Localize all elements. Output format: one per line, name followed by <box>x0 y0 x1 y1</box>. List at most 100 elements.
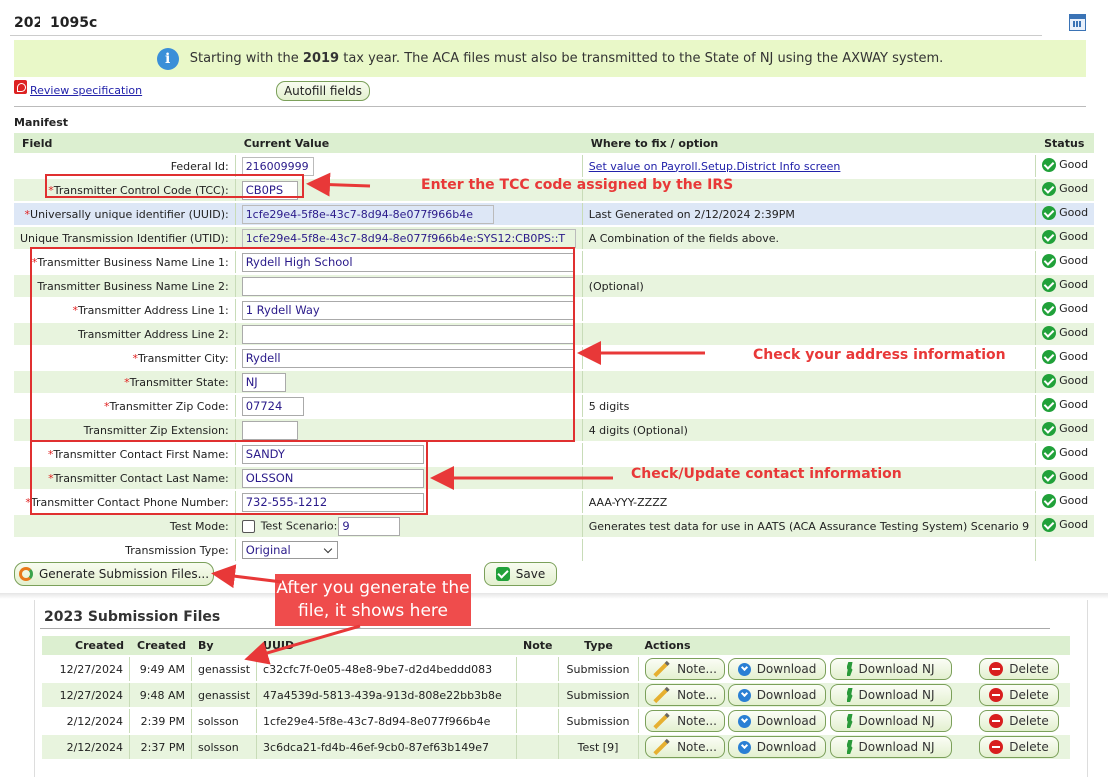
note-button[interactable]: Note... <box>644 658 725 680</box>
save-icon <box>495 567 510 581</box>
option-cell <box>582 299 1037 321</box>
type: Submission <box>558 683 639 707</box>
value-cell: 1cfe29e4-5f8e-43c7-8d94-8e077f966b4e:SYS… <box>235 227 583 249</box>
calendar-icon[interactable] <box>1069 14 1086 31</box>
check-icon <box>1042 277 1057 292</box>
status-badge: Good <box>1042 469 1088 484</box>
status-badge: Good <box>1042 205 1088 220</box>
column-header: Current Value <box>235 133 583 153</box>
autofill-fields-button[interactable]: Autofill fields <box>276 81 370 101</box>
refresh-icon <box>18 567 33 581</box>
column-header: Type <box>558 636 639 655</box>
download-nj-button[interactable]: Download NJ <box>829 736 952 758</box>
status-badge: Good <box>1042 397 1088 412</box>
review-specification-link[interactable]: Review specification <box>30 84 142 97</box>
created-date: 12/27/2024 <box>42 683 130 707</box>
actions-cell: Note... Download Download NJ Delete <box>638 657 1070 681</box>
download-nj-button[interactable]: Download NJ <box>829 684 952 706</box>
delete-button[interactable]: Delete <box>979 658 1060 680</box>
generate-callout: After you generate the file, it shows he… <box>275 574 471 626</box>
field-label: Test Mode: <box>14 515 236 537</box>
created-time: 2:37 PM <box>130 735 192 759</box>
option-text: 5 digits <box>588 399 630 413</box>
status-badge: Good <box>1042 277 1088 292</box>
status-cell: Good <box>1036 443 1095 465</box>
pencil-icon <box>653 738 670 756</box>
manifest-title: Manifest <box>14 116 69 129</box>
status-cell: Good <box>1036 155 1095 177</box>
uuid: c32cfc7f-0e05-48e8-9be7-d2d4beddd083 <box>257 657 518 681</box>
created-date: 2/12/2024 <box>42 735 130 759</box>
download-icon <box>737 662 751 676</box>
delete-button[interactable]: Delete <box>979 710 1060 732</box>
note-button[interactable]: Note... <box>644 684 725 706</box>
status-badge: Good <box>1042 253 1088 268</box>
download-button[interactable]: Download <box>728 736 827 758</box>
actions-cell: Note... Download Download NJ Delete <box>638 735 1070 759</box>
type: Submission <box>558 709 639 733</box>
download-nj-button[interactable]: Download NJ <box>829 658 952 680</box>
download-nj-button[interactable]: Download NJ <box>829 710 952 732</box>
submission-row: 2/12/2024 2:39 PM solsson 1cfe29e4-5f8e-43c… <box>42 709 1070 733</box>
download-button[interactable]: Download <box>728 710 827 732</box>
submission-row: 12/27/2024 9:49 AM genassist c32cfc7f-0e05-… <box>42 657 1070 681</box>
status-badge: Good <box>1042 349 1088 364</box>
delete-icon <box>989 740 1004 754</box>
option-cell: 5 digits <box>582 395 1037 417</box>
title-divider <box>10 35 1042 36</box>
option-text: (Optional) <box>588 279 644 293</box>
column-header: Where to fix / option <box>582 133 1037 153</box>
pdf-icon <box>14 80 27 94</box>
transmission-type-select[interactable]: Original <box>241 541 338 559</box>
status-cell: Good <box>1036 299 1095 321</box>
option-text: Generates test data for use in AATS (ACA… <box>588 519 1030 533</box>
actions-cell: Note... Download Download NJ Delete <box>638 683 1070 707</box>
option-text: AAA-YYY-ZZZZ <box>588 495 668 509</box>
option-cell <box>582 323 1037 345</box>
test-scenario-input[interactable]: 9 <box>338 516 401 536</box>
status-cell: Good <box>1036 323 1095 345</box>
submission-table: Created Created By UUID Note Type Action… <box>42 634 1070 761</box>
nj-state-icon <box>846 714 853 728</box>
delete-button[interactable]: Delete <box>979 736 1060 758</box>
option-text: 4 digits (Optional) <box>588 423 688 437</box>
status-badge: Good <box>1042 493 1088 508</box>
test-scenario-label: Test Scenario: <box>260 519 338 532</box>
download-button[interactable]: Download <box>728 658 827 680</box>
nj-state-icon <box>846 740 853 754</box>
note-button[interactable]: Note... <box>644 736 725 758</box>
toolbar-divider <box>14 106 1086 107</box>
save-button[interactable]: Save <box>484 562 557 586</box>
test-mode-checkbox[interactable] <box>241 519 255 533</box>
check-icon <box>1042 373 1057 388</box>
check-icon <box>1042 157 1057 172</box>
status-badge: Good <box>1042 181 1088 196</box>
note-button[interactable]: Note... <box>644 710 725 732</box>
download-icon <box>737 714 751 728</box>
check-icon <box>1042 445 1057 460</box>
value-cell: Original <box>235 539 583 561</box>
created-by: genassist <box>192 657 258 681</box>
generate-submission-files-button[interactable]: Generate Submission Files... <box>14 562 214 586</box>
field-label: *Universally unique identifier (UUID): <box>14 203 236 225</box>
delete-icon <box>989 688 1004 702</box>
uuid: 47a4539d-5813-439a-913d-808e22bb3b8e <box>257 683 518 707</box>
pencil-icon <box>653 712 670 730</box>
delete-button[interactable]: Delete <box>979 684 1060 706</box>
status-cell: Good <box>1036 227 1095 249</box>
note <box>517 657 559 681</box>
option-cell: 4 digits (Optional) <box>582 419 1037 441</box>
created-time: 9:48 AM <box>130 683 192 707</box>
option-cell <box>582 443 1037 465</box>
option-link[interactable]: Set value on Payroll.Setup.District Info… <box>589 160 841 173</box>
readonly-value: 1cfe29e4-5f8e-43c7-8d94-8e077f966b4e <box>241 204 494 224</box>
created-by: solsson <box>192 735 258 759</box>
status-badge: Good <box>1042 445 1088 460</box>
download-button[interactable]: Download <box>728 684 827 706</box>
type: Submission <box>558 657 639 681</box>
created-by: genassist <box>192 683 258 707</box>
column-header: Created <box>130 636 192 655</box>
status-cell: Good <box>1036 275 1095 297</box>
check-icon <box>1042 301 1057 316</box>
column-header: By <box>192 636 258 655</box>
